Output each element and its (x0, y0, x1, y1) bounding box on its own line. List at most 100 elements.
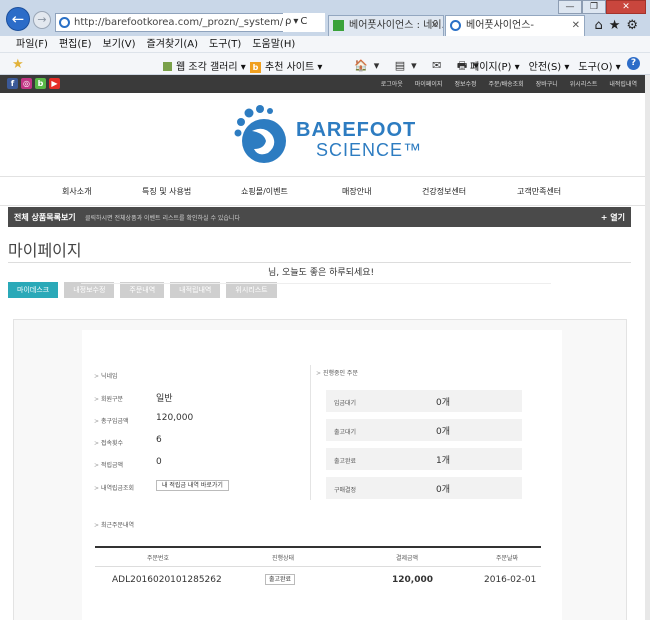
web-slice-gallery[interactable]: 웹 조각 갤러리 ▾ (163, 58, 246, 73)
window-buttons: — ❐ ✕ (558, 0, 646, 14)
menu-help[interactable]: 도움말(H) (252, 36, 295, 52)
member-name-redacted (226, 266, 268, 276)
status-label: 출고완료 (334, 458, 357, 465)
wishlist-link[interactable]: 위시리스트 (570, 79, 598, 88)
barefoot-science-logo-icon[interactable] (228, 103, 294, 169)
menu-tools[interactable]: 도구(T) (209, 36, 241, 52)
menu-favorites[interactable]: 즐겨찾기(A) (147, 36, 198, 52)
top-links: 로그아웃 마이페이지 정보수정 주문/배송조회 장바구니 위시리스트 내적립내역 (369, 79, 637, 88)
nav-shop[interactable]: 쇼핑몰/이벤트 (241, 186, 288, 197)
status-row-purchase-confirmed: 구매결정 0개 (326, 477, 522, 499)
logo-text-barefoot[interactable]: BAREFOOT (296, 119, 416, 142)
edit-info-link[interactable]: 정보수정 (454, 79, 476, 88)
points-history-label: 내역립금조회 (94, 483, 134, 492)
status-count: 0개 (436, 398, 451, 408)
nickname-label: 닉네임 (94, 371, 118, 380)
tab-points[interactable]: 내적립내역 (170, 282, 221, 298)
ie-page-icon (59, 17, 70, 28)
member-type-value: 일반 (156, 394, 173, 404)
nav-stores[interactable]: 매장안내 (342, 186, 371, 197)
member-type-label: 회원구분 (94, 394, 123, 403)
status-label: 입금대기 (334, 400, 357, 407)
bing-icon: b (250, 62, 261, 73)
browser-tab-2[interactable]: 베어풋사이언스- ✕ (445, 15, 585, 36)
suggested-sites-label: 추천 사이트 ▾ (265, 62, 323, 73)
browser-tab-1[interactable]: 베어풋사이언스 : 네이... ✕ (328, 15, 444, 36)
nav-features[interactable]: 특징 및 사용법 (142, 186, 191, 197)
info-divider (310, 365, 311, 500)
main-navigation: 회사소개 특징 및 사용법 쇼핑몰/이벤트 매장안내 건강정보센터 고객만족센터 (0, 176, 645, 206)
order-status-title: 진행중인 주문 (316, 368, 358, 377)
page-scrollbar[interactable] (645, 75, 650, 620)
order-number-link[interactable]: ADL2016020101285262 (112, 575, 222, 585)
status-row-awaiting-payment: 입금대기 0개 (326, 390, 522, 412)
header-date: 주문날짜 (496, 555, 519, 562)
tab-orders[interactable]: 주문내역 (120, 282, 165, 298)
mypage-link[interactable]: 마이페이지 (415, 79, 443, 88)
nav-health-center[interactable]: 건강정보센터 (422, 186, 466, 197)
back-button[interactable]: ← (6, 7, 30, 31)
order-amount: 120,000 (392, 575, 433, 585)
command-menus: 페이지(P) ▾ 안전(S) ▾ 도구(O) ▾ (470, 58, 630, 73)
suggested-sites[interactable]: b 추천 사이트 ▾ (250, 58, 322, 73)
favorites-star-icon[interactable]: ★ (12, 57, 24, 72)
order-status-badge: 출고완료 (265, 574, 296, 585)
close-window-button[interactable]: ✕ (606, 0, 646, 14)
orders-table-top-border (95, 546, 541, 548)
ie-page-icon (450, 20, 461, 31)
logo-area: BAREFOOT SCIENCE™ (0, 93, 645, 176)
menu-bar: 파일(F) 편집(E) 보기(V) 즐겨찾기(A) 도구(T) 도움말(H) (0, 36, 650, 53)
visits-label: 접속횟수 (94, 438, 123, 447)
safety-menu[interactable]: 안전(S) ▾ (529, 58, 570, 73)
total-purchase-value: 120,000 (156, 413, 194, 423)
tab-close-icon[interactable]: ✕ (431, 16, 439, 35)
web-page: f ◎ b ▶ 로그아웃 마이페이지 정보수정 주문/배송조회 장바구니 위시리… (0, 75, 645, 620)
page-menu[interactable]: 페이지(P) ▾ (470, 58, 520, 73)
favorites-bar: ★ 웹 조각 갤러리 ▾ b 추천 사이트 ▾ 🏠▾ ▤▾ ✉ 🖶▾ 페이지(P)… (0, 53, 650, 75)
points-link[interactable]: 내적립내역 (609, 79, 637, 88)
instagram-icon[interactable]: ◎ (21, 78, 32, 89)
help-icon[interactable]: ? (627, 57, 640, 70)
status-count: 1개 (436, 456, 451, 466)
logout-link[interactable]: 로그아웃 (381, 79, 403, 88)
cart-link[interactable]: 장바구니 (536, 79, 558, 88)
home-favorites-settings-icons[interactable]: ⌂★⚙ (594, 18, 644, 33)
menu-file[interactable]: 파일(F) (16, 36, 48, 52)
order-lookup-link[interactable]: 주문/배송조회 (489, 79, 524, 88)
mypage-tabs: 마이데스크 내정보수정 주문내역 내적립내역 위시리스트 (8, 282, 283, 298)
minimize-button[interactable]: — (558, 0, 582, 14)
menu-view[interactable]: 보기(V) (103, 36, 136, 52)
facebook-icon[interactable]: f (7, 78, 18, 89)
tab-wishlist[interactable]: 위시리스트 (226, 282, 277, 298)
logo-text-science[interactable]: SCIENCE™ (316, 140, 422, 161)
order-date: 2016-02-01 (484, 575, 537, 585)
command-bar-icons[interactable]: 🏠▾ ▤▾ ✉ 🖶▾ (354, 57, 485, 76)
address-tools[interactable]: ρ▾C (283, 13, 325, 32)
maximize-button[interactable]: ❐ (582, 0, 606, 14)
browser-titlebar: ← → http://barefootkorea.com/_prozn/_sys… (0, 0, 650, 36)
title-divider (8, 262, 631, 263)
tab-mydesk[interactable]: 마이데스크 (8, 282, 59, 298)
social-links: f ◎ b ▶ (7, 78, 63, 89)
tools-menu[interactable]: 도구(O) ▾ (578, 58, 620, 73)
points-label: 적립금액 (94, 460, 123, 469)
points-value: 0 (156, 457, 162, 467)
points-history-button[interactable]: 내 적립금 내역 바로가기 (156, 480, 229, 491)
greeting: 님, 오늘도 좋은 하루되세요! (226, 265, 374, 278)
menu-edit[interactable]: 편집(E) (59, 36, 92, 52)
nav-customer-center[interactable]: 고객만족센터 (517, 186, 561, 197)
tab-close-icon[interactable]: ✕ (572, 16, 580, 35)
status-row-awaiting-shipment: 출고대기 0개 (326, 419, 522, 441)
forward-button[interactable]: → (33, 11, 51, 29)
youtube-icon[interactable]: ▶ (49, 78, 60, 89)
open-button[interactable]: + 열기 (601, 212, 625, 223)
status-label: 출고대기 (334, 429, 357, 436)
all-products-bar[interactable]: 전체 상품목록보기 클릭하시면 전체상품과 이벤트 리스트를 확인하실 수 있습… (8, 207, 631, 227)
nav-company[interactable]: 회사소개 (62, 186, 91, 197)
status-count: 0개 (436, 485, 451, 495)
visits-value: 6 (156, 435, 162, 445)
blog-icon[interactable]: b (35, 78, 46, 89)
total-purchase-label: 총구입금액 (94, 416, 129, 425)
tab-edit-info[interactable]: 내정보수정 (64, 282, 115, 298)
naver-icon (333, 20, 344, 31)
